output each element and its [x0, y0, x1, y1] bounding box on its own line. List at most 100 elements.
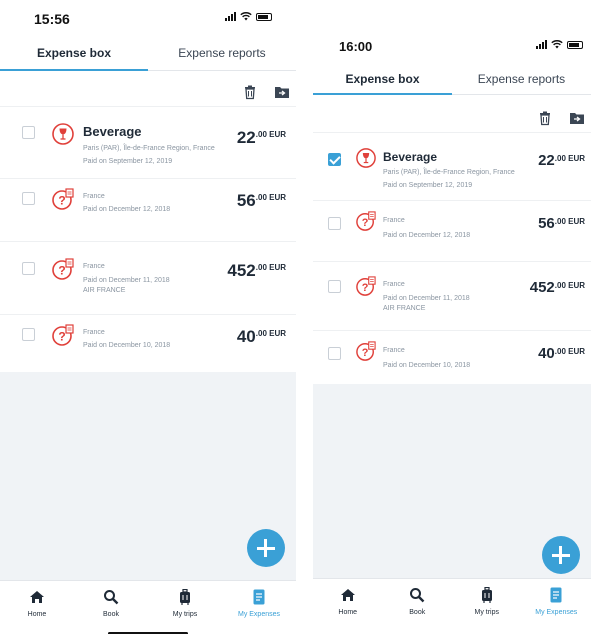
expense-document-icon	[550, 587, 562, 603]
phone-screen-left: 15:56 Expense box Expense reports Bevera…	[0, 0, 296, 634]
expense-paid-date: Paid on September 12, 2019	[383, 182, 473, 189]
nav-label: Book	[409, 609, 426, 616]
unknown-receipt-icon: ?	[356, 276, 376, 296]
select-checkbox[interactable]	[328, 217, 341, 230]
expense-amount: 40.00 EUR	[237, 327, 286, 347]
suitcase-icon	[180, 589, 190, 605]
expense-amount: 56.00 EUR	[237, 191, 286, 211]
expense-location: Paris (PAR), Île-de-France Region, Franc…	[83, 145, 215, 152]
unknown-receipt-icon: ?	[52, 324, 74, 346]
amount-integer: 56	[538, 215, 555, 232]
select-checkbox[interactable]	[22, 126, 35, 139]
select-checkbox[interactable]	[328, 153, 341, 166]
move-to-folder-icon[interactable]	[274, 84, 290, 100]
select-checkbox[interactable]	[22, 328, 35, 341]
expense-paid-date: Paid on December 10, 2018	[383, 362, 471, 369]
amount-integer: 452	[227, 261, 256, 280]
expense-location: France	[83, 193, 105, 200]
add-expense-button[interactable]	[542, 536, 580, 574]
expense-list: Beverage Paris (PAR), Île-de-France Regi…	[313, 140, 591, 392]
amount-decimals: .00 EUR	[255, 329, 286, 338]
amount-integer: 40	[538, 345, 555, 362]
expense-location: Paris (PAR), Île-de-France Region, Franc…	[383, 169, 515, 176]
select-checkbox[interactable]	[328, 280, 341, 293]
amount-decimals: .00 EUR	[554, 281, 585, 290]
system-icons	[536, 40, 583, 49]
move-to-folder-icon[interactable]	[569, 110, 585, 126]
signal-icon	[536, 40, 547, 49]
expense-title: Beverage	[83, 124, 142, 139]
expense-paid-date: Paid on December 11, 2018	[83, 277, 170, 284]
nav-book[interactable]: Book	[74, 581, 148, 634]
expense-title: Beverage	[383, 150, 438, 164]
suitcase-icon	[481, 587, 492, 603]
expense-row[interactable]: ? France Paid on December 10, 2018 40.00…	[0, 315, 296, 378]
tab-expense-reports[interactable]: Expense reports	[148, 40, 296, 70]
expense-row[interactable]: ? France Paid on December 10, 2018 40.00…	[313, 331, 591, 392]
svg-text:?: ?	[362, 217, 369, 229]
amount-decimals: .00 EUR	[554, 217, 585, 226]
nav-label: Home	[27, 611, 47, 618]
battery-icon	[567, 40, 583, 49]
amount-integer: 56	[236, 191, 256, 210]
home-icon	[340, 589, 355, 601]
nav-book[interactable]: Book	[383, 579, 453, 634]
nav-label: My Expenses	[535, 609, 578, 616]
nav-home[interactable]: Home	[313, 579, 383, 634]
expense-location: France	[383, 347, 405, 354]
expense-paid-date: Paid on December 12, 2018	[383, 232, 471, 239]
nav-my-trips[interactable]: My trips	[148, 581, 222, 634]
expense-row[interactable]: Beverage Paris (PAR), Île-de-France Regi…	[313, 140, 591, 201]
expense-row[interactable]: ? France Paid on December 12, 2018 56.00…	[0, 179, 296, 242]
nav-home[interactable]: Home	[0, 581, 74, 634]
tab-bar: Expense box Expense reports	[0, 40, 296, 71]
expense-row[interactable]: Beverage Paris (PAR), Île-de-France Regi…	[0, 116, 296, 179]
expense-amount: 56.00 EUR	[538, 215, 585, 232]
nav-label: My trips	[474, 609, 500, 616]
status-time: 16:00	[339, 39, 373, 54]
wine-glass-icon	[52, 123, 74, 145]
bottom-navigation: Home Book My trips My Expenses	[0, 580, 296, 634]
unknown-receipt-icon: ?	[52, 188, 74, 210]
amount-integer: 452	[529, 279, 555, 296]
expense-row[interactable]: ? France Paid on December 11, 2018 AIR F…	[0, 242, 296, 315]
select-checkbox[interactable]	[328, 347, 341, 360]
svg-text:?: ?	[362, 347, 369, 359]
amount-decimals: .00 EUR	[554, 347, 585, 356]
select-checkbox[interactable]	[22, 192, 35, 205]
expense-row[interactable]: ? France Paid on December 12, 2018 56.00…	[313, 201, 591, 262]
expense-paid-date: Paid on September 12, 2019	[83, 158, 173, 165]
unknown-receipt-icon: ?	[356, 341, 376, 361]
trash-icon[interactable]	[242, 84, 258, 100]
tab-expense-box[interactable]: Expense box	[313, 66, 452, 95]
amount-decimals: .00 EUR	[255, 193, 286, 202]
expense-location: France	[383, 217, 405, 224]
expense-paid-date: Paid on December 12, 2018	[83, 206, 171, 213]
nav-my-expenses[interactable]: My Expenses	[522, 579, 591, 634]
select-checkbox[interactable]	[22, 262, 35, 275]
expense-location: France	[83, 263, 105, 270]
signal-icon	[225, 12, 236, 21]
wifi-icon	[240, 12, 252, 21]
nav-label: My Expenses	[237, 611, 281, 618]
amount-decimals: .00 EUR	[255, 130, 286, 139]
trash-icon[interactable]	[537, 110, 553, 126]
status-time: 15:56	[34, 11, 70, 27]
tab-expense-reports[interactable]: Expense reports	[452, 66, 591, 94]
expense-paid-date: Paid on December 10, 2018	[83, 342, 171, 349]
expense-amount: 452.00 EUR	[227, 261, 286, 281]
add-expense-button[interactable]	[247, 529, 285, 567]
status-bar: 16:00	[313, 24, 591, 54]
nav-my-expenses[interactable]: My Expenses	[222, 581, 296, 634]
tab-bar: Expense box Expense reports	[313, 66, 591, 95]
expense-amount: 22.00 EUR	[237, 128, 286, 148]
amount-decimals: .00 EUR	[554, 154, 585, 163]
nav-label: Home	[338, 609, 358, 616]
nav-my-trips[interactable]: My trips	[452, 579, 522, 634]
expense-amount: 452.00 EUR	[530, 279, 585, 296]
tab-expense-box[interactable]: Expense box	[0, 40, 148, 71]
amount-integer: 40	[236, 327, 256, 346]
svg-text:?: ?	[58, 264, 65, 278]
expense-row[interactable]: ? France Paid on December 11, 2018 AIR F…	[313, 262, 591, 331]
wine-glass-icon	[356, 148, 376, 168]
